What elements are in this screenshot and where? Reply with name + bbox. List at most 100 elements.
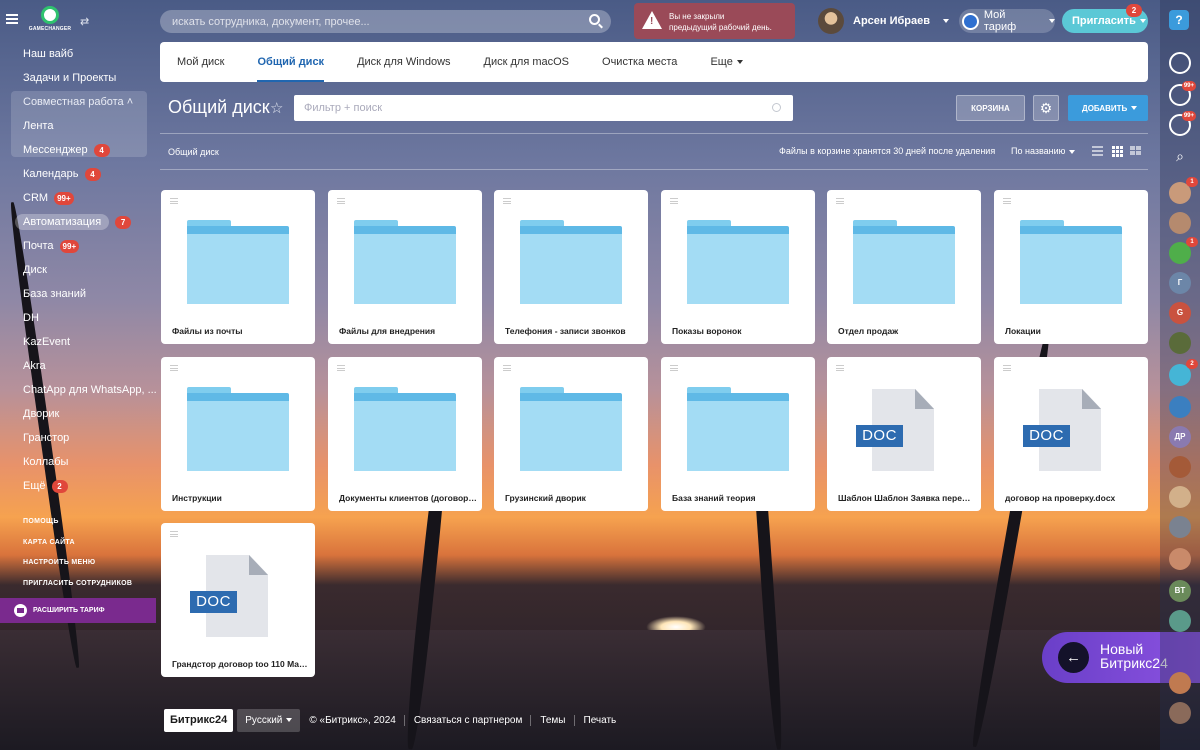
drag-handle-icon[interactable] (170, 198, 178, 204)
folder-card[interactable]: Локации (994, 190, 1148, 344)
group-chat-icon[interactable]: 1 (1169, 237, 1198, 264)
filter-input[interactable] (294, 95, 793, 121)
avatar[interactable] (1169, 516, 1191, 538)
file-card[interactable]: DOC Грандстор договор too 110 Мар... (161, 523, 315, 677)
drag-handle-icon[interactable] (836, 198, 844, 204)
menu-item-vibe[interactable]: Наш вайб (0, 42, 156, 66)
tab-my-disk[interactable]: Мой диск (177, 42, 224, 82)
drag-handle-icon[interactable] (337, 198, 345, 204)
avatar[interactable] (1169, 610, 1191, 632)
menu-item-knowledge[interactable]: База знаний (0, 282, 156, 306)
language-select[interactable]: Русский (237, 709, 301, 732)
menu-item-automation[interactable]: Автоматизация 7 (0, 210, 156, 234)
invite-staff-link[interactable]: ПРИГЛАСИТЬ СОТРУДНИКОВ (0, 574, 156, 595)
menu-item-mail[interactable]: Почта 99+ (0, 234, 156, 258)
drag-handle-icon[interactable] (1003, 198, 1011, 204)
drag-handle-icon[interactable] (337, 365, 345, 371)
menu-item-disk[interactable]: Диск (0, 258, 156, 282)
drag-handle-icon[interactable] (670, 198, 678, 204)
avatar[interactable] (1169, 456, 1191, 478)
partner-link[interactable]: Связаться с партнером (414, 715, 532, 726)
menu-item-granstor[interactable]: Гранстор (0, 426, 156, 450)
tile-view-icon[interactable] (1112, 146, 1123, 157)
open-line-icon[interactable]: 2 (1169, 359, 1198, 386)
menu-item-kazevent[interactable]: KazEvent (0, 330, 156, 354)
breadcrumb[interactable]: Общий диск (168, 147, 219, 157)
menu-item-collabs[interactable]: Коллабы (0, 450, 156, 474)
tab-windows[interactable]: Диск для Windows (357, 42, 450, 82)
workday-warning[interactable]: ! Вы не закрыли предыдущий рабочий день. (634, 3, 795, 39)
avatar[interactable] (1169, 332, 1191, 354)
menu-item-messenger[interactable]: Мессенджер 4 (0, 138, 156, 162)
chat-icon[interactable]: 99+ (1169, 111, 1196, 136)
avatar[interactable] (1169, 212, 1191, 234)
help-link[interactable]: ПОМОЩЬ (0, 512, 156, 533)
avatar[interactable]: ДР (1169, 426, 1191, 448)
big-tile-view-icon[interactable] (1130, 146, 1141, 156)
menu-item-tasks[interactable]: Задачи и Проекты (0, 66, 156, 90)
user-menu[interactable]: Арсен Ибраев (818, 7, 950, 35)
folder-card[interactable]: Файлы для внедрения (328, 190, 482, 344)
menu-item-feed[interactable]: Лента (0, 114, 156, 138)
menu-item-dh[interactable]: DH (0, 306, 156, 330)
star-icon[interactable]: ☆ (270, 99, 283, 117)
folder-card[interactable]: Показы воронок (661, 190, 815, 344)
tab-cleanup[interactable]: Очистка места (602, 42, 677, 82)
search-icon[interactable]: ⌕ (1169, 148, 1191, 170)
folder-card[interactable]: Документы клиентов (договоры... (328, 357, 482, 511)
menu-group-collab[interactable]: Совместная работа ˄ (0, 90, 156, 114)
trash-button[interactable]: КОРЗИНА (956, 95, 1025, 121)
folder-card[interactable]: Отдел продаж (827, 190, 981, 344)
menu-pin-icon[interactable]: ⇄ (80, 15, 89, 28)
avatar[interactable]: BT (1169, 580, 1191, 602)
menu-item-chatapp[interactable]: ChatApp для WhatsApp, ... (0, 378, 156, 402)
tab-shared-disk[interactable]: Общий диск (257, 42, 325, 82)
tab-more[interactable]: Еще (710, 42, 743, 82)
copilot-icon[interactable] (1169, 52, 1191, 74)
tab-macos[interactable]: Диск для macOS (484, 42, 570, 82)
menu-item-more[interactable]: Ещё 2 (0, 474, 156, 498)
notifications-icon[interactable]: 99+ (1169, 81, 1196, 106)
tariff-button[interactable]: Мой тариф (959, 9, 1055, 33)
menu-item-crm[interactable]: CRM 99+ (0, 186, 156, 210)
avatar[interactable]: 1 (1169, 177, 1198, 204)
avatar[interactable] (1169, 672, 1191, 694)
avatar[interactable] (1169, 702, 1191, 724)
folder-card[interactable]: Грузинский дворик (494, 357, 648, 511)
folder-card[interactable]: База знаний теория (661, 357, 815, 511)
folder-card[interactable]: Телефония - записи звонков (494, 190, 648, 344)
drag-handle-icon[interactable] (1003, 365, 1011, 371)
menu-burger-icon[interactable] (6, 14, 18, 24)
drag-handle-icon[interactable] (836, 365, 844, 371)
footer-brand[interactable]: Битрикс24 (164, 709, 234, 732)
drag-handle-icon[interactable] (170, 531, 178, 537)
drag-handle-icon[interactable] (503, 198, 511, 204)
sort-dropdown[interactable]: По названию (1011, 146, 1076, 156)
menu-item-calendar[interactable]: Календарь 4 (0, 162, 156, 186)
file-card[interactable]: DOC Шаблон Шаблон Заявка перемещ... (827, 357, 981, 511)
search-input[interactable] (160, 10, 611, 33)
print-link[interactable]: Печать (584, 715, 625, 726)
avatar[interactable] (1169, 396, 1191, 418)
add-button[interactable]: ДОБАВИТЬ (1068, 95, 1148, 121)
gear-icon[interactable]: ⚙ (1033, 95, 1059, 121)
search-icon[interactable] (589, 14, 600, 25)
menu-item-akra[interactable]: Akra (0, 354, 156, 378)
folder-card[interactable]: Файлы из почты (161, 190, 315, 344)
search-icon[interactable] (772, 103, 781, 112)
list-view-icon[interactable] (1092, 146, 1103, 156)
drag-handle-icon[interactable] (503, 365, 511, 371)
help-icon[interactable]: ? (1169, 10, 1189, 30)
drag-handle-icon[interactable] (670, 365, 678, 371)
sitemap-link[interactable]: КАРТА САЙТА (0, 533, 156, 554)
file-card[interactable]: DOC договор на проверку.docx (994, 357, 1148, 511)
avatar[interactable] (1169, 486, 1191, 508)
folder-card[interactable]: Инструкции (161, 357, 315, 511)
avatar[interactable] (1169, 548, 1191, 570)
themes-link[interactable]: Темы (540, 715, 575, 726)
avatar[interactable]: Г (1169, 272, 1191, 294)
configure-menu-link[interactable]: НАСТРОИТЬ МЕНЮ (0, 553, 156, 574)
menu-item-dvorik[interactable]: Дворик (0, 402, 156, 426)
expand-tariff-button[interactable]: РАСШИРИТЬ ТАРИФ (0, 598, 156, 623)
drag-handle-icon[interactable] (170, 365, 178, 371)
